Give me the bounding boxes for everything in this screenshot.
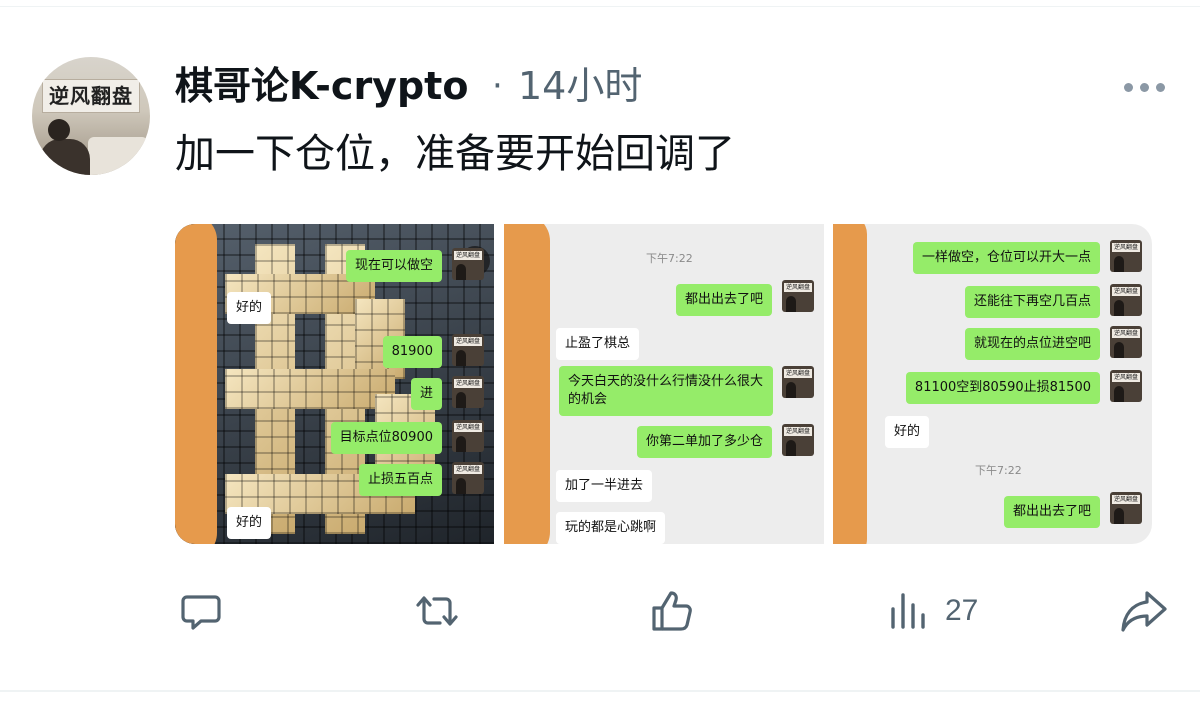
chat-bubble: 都出出去了吧 xyxy=(1003,496,1100,528)
chat-bubble: 止盈了棋总 xyxy=(556,328,640,360)
chat-bubble: 玩的都是心跳啊 xyxy=(556,512,666,544)
chat-avatar xyxy=(452,420,484,452)
chat-bubble: 好的 xyxy=(885,416,930,448)
reply-icon xyxy=(181,595,221,630)
chat-avatar xyxy=(1110,370,1142,402)
chat-bubble: 今天白天的没什么行情没什么很大的机会 xyxy=(559,366,773,416)
chat-bubble: 你第二单加了多少仓 xyxy=(636,426,772,458)
chat-bubble: 还能往下再空几百点 xyxy=(964,286,1100,318)
image-3[interactable]: 一样做空，仓位可以开大一点 还能往下再空几百点 就现在的点位进空吧 81100空… xyxy=(833,224,1152,544)
chat-bubble: 目标点位80900 xyxy=(330,422,442,454)
share-icon xyxy=(1121,591,1167,632)
chat-avatar xyxy=(452,248,484,280)
views-count: 27 xyxy=(945,594,979,627)
redaction-smear xyxy=(833,224,867,544)
avatar[interactable]: 逆风翻盘 xyxy=(32,57,150,175)
avatar-person-head xyxy=(48,119,70,141)
avatar-chair xyxy=(88,137,148,175)
redaction-smear xyxy=(175,224,217,544)
chat-bubble: 好的 xyxy=(227,507,272,539)
chat-bubble: 现在可以做空 xyxy=(345,250,442,282)
chat-avatar xyxy=(452,376,484,408)
chat-avatar xyxy=(452,334,484,366)
image-2[interactable]: 下午7:22 都出出去了吧 止盈了棋总 今天白天的没什么行情没什么很大的机会 你… xyxy=(504,224,824,544)
author-name[interactable]: 棋哥论K-crypto xyxy=(175,62,468,110)
avatar-person-body xyxy=(40,139,90,175)
separator-dot: · xyxy=(492,66,503,106)
image-1[interactable]: 现在可以做空 好的 81900 进 目标点位80900 止损五百点 好的 xyxy=(175,224,494,544)
repost-icon xyxy=(416,596,458,626)
chat-avatar xyxy=(1110,326,1142,358)
more-options-icon[interactable] xyxy=(1124,76,1166,98)
chat-avatar xyxy=(782,366,814,398)
bottom-divider xyxy=(0,690,1200,692)
more-dot xyxy=(1156,82,1165,92)
chat-avatar xyxy=(452,462,484,494)
chat-bubble: 进 xyxy=(410,378,442,410)
chat-bubble: 都出出去了吧 xyxy=(675,284,772,316)
chat-avatar xyxy=(1110,284,1142,316)
chat-bubble: 一样做空，仓位可以开大一点 xyxy=(912,242,1100,274)
chat-bubble: 止损五百点 xyxy=(358,464,442,496)
chat-bubble: 81900 xyxy=(382,336,442,368)
reply-button[interactable] xyxy=(179,585,223,637)
redaction-smear xyxy=(504,224,550,544)
chat-bubble: 加了一半进去 xyxy=(556,470,653,502)
chat-avatar xyxy=(782,280,814,312)
avatar-banner-text: 逆风翻盘 xyxy=(42,79,140,113)
like-button[interactable] xyxy=(649,585,695,637)
chat-bubble: 81100空到80590止损81500 xyxy=(905,372,1100,404)
views-button[interactable]: 27 xyxy=(887,585,978,637)
chat-timestamp: 下午7:22 xyxy=(646,252,693,265)
chat-avatar xyxy=(782,424,814,456)
action-bar: 27 xyxy=(175,585,1172,637)
chat-bubble: 就现在的点位进空吧 xyxy=(964,328,1100,360)
share-button[interactable] xyxy=(1119,585,1169,637)
post-text: 加一下仓位，准备要开始回调了 xyxy=(175,131,735,177)
chat-avatar xyxy=(1110,240,1142,272)
chat-bubble: 好的 xyxy=(227,292,272,324)
chat-timestamp: 下午7:22 xyxy=(975,464,1022,477)
image-gallery[interactable]: 现在可以做空 好的 81900 进 目标点位80900 止损五百点 好的 下午7… xyxy=(175,224,1152,544)
post-time[interactable]: 14小时 xyxy=(518,62,642,110)
like-icon xyxy=(652,591,692,631)
more-dot xyxy=(1140,82,1149,92)
views-icon xyxy=(891,593,925,629)
more-dot xyxy=(1124,82,1133,92)
top-divider xyxy=(0,6,1200,7)
repost-button[interactable] xyxy=(412,585,462,637)
chat-avatar xyxy=(1110,492,1142,524)
